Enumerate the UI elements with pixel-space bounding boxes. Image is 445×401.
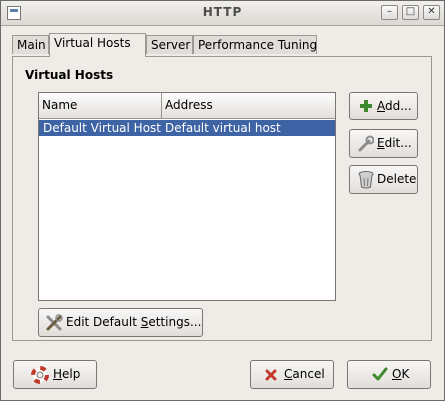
x-icon xyxy=(265,369,277,381)
help-button-label: Help xyxy=(53,367,81,381)
table-row[interactable]: Default Virtual Host Default virtual hos… xyxy=(39,120,335,136)
add-button[interactable]: Add... xyxy=(349,92,418,120)
tab-performance-tuning[interactable]: Performance Tuning xyxy=(193,35,317,54)
edit-default-settings-label: Edit Default Settings... xyxy=(66,315,202,329)
trash-icon xyxy=(358,171,374,189)
ok-button-label: OK xyxy=(392,367,410,381)
virtual-hosts-list[interactable]: Name Address Default Virtual Host Defaul… xyxy=(38,92,336,301)
add-button-label: Add... xyxy=(377,99,412,113)
close-icon[interactable]: ✕ xyxy=(423,5,440,20)
window-title: HTTP xyxy=(202,5,243,19)
row-name-cell: Default Virtual Host xyxy=(43,121,162,135)
tab-server[interactable]: Server xyxy=(146,35,193,54)
tab-virtual-hosts[interactable]: Virtual Hosts xyxy=(49,33,146,57)
title-bar[interactable]: HTTP – □ ✕ xyxy=(1,1,444,26)
edit-default-settings-button[interactable]: Edit Default Settings... xyxy=(38,308,203,337)
plus-icon xyxy=(360,100,372,112)
checkmark-icon xyxy=(372,367,388,381)
minimize-icon[interactable]: – xyxy=(381,5,398,20)
cancel-button[interactable]: Cancel xyxy=(250,360,334,389)
delete-button[interactable]: Delete xyxy=(349,165,418,194)
edit-button-label: Edit... xyxy=(377,136,412,150)
tab-main[interactable]: Main xyxy=(12,35,49,54)
wrench-icon xyxy=(358,135,374,152)
column-header-name[interactable]: Name xyxy=(39,93,162,119)
tools-icon xyxy=(46,314,63,331)
section-title: Virtual Hosts xyxy=(25,68,114,82)
maximize-icon[interactable]: □ xyxy=(402,5,419,20)
cancel-button-label: Cancel xyxy=(284,367,325,381)
help-button[interactable]: Help xyxy=(13,360,97,389)
row-address-cell: Default virtual host xyxy=(165,121,281,135)
ok-button[interactable]: OK xyxy=(347,360,431,389)
delete-button-label: Delete xyxy=(377,172,417,186)
edit-button[interactable]: Edit... xyxy=(349,129,418,158)
column-header-address[interactable]: Address xyxy=(162,93,335,119)
lifebuoy-icon xyxy=(31,366,49,384)
